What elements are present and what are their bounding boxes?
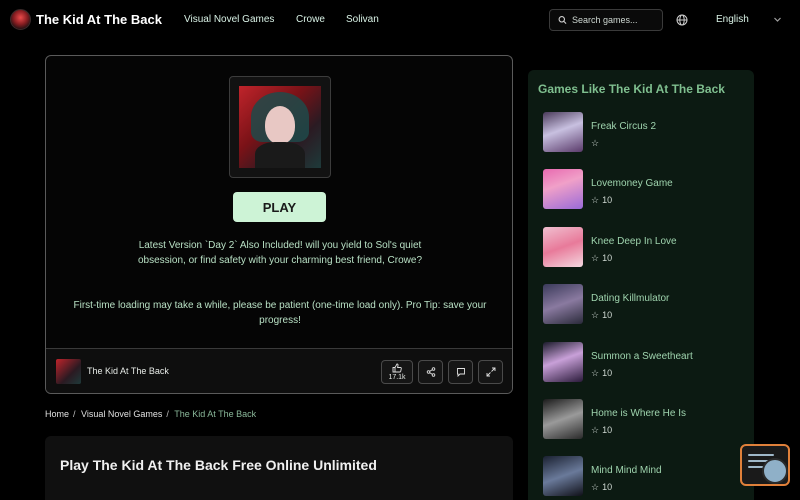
game-name: Lovemoney Game bbox=[591, 178, 673, 189]
play-button[interactable]: PLAY bbox=[233, 192, 326, 222]
breadcrumb-category[interactable]: Visual Novel Games bbox=[81, 409, 162, 419]
breadcrumb-home[interactable]: Home bbox=[45, 409, 69, 419]
search-box[interactable] bbox=[549, 9, 663, 31]
site-logo[interactable] bbox=[10, 9, 31, 30]
game-name: Summon a Sweetheart bbox=[591, 351, 693, 362]
game-thumbnail bbox=[543, 399, 583, 439]
game-name: Dating Killmulator bbox=[591, 293, 670, 304]
nav-link-crowe[interactable]: Crowe bbox=[296, 14, 325, 25]
like-count: 17.1k bbox=[388, 374, 406, 381]
game-thumbnail bbox=[543, 342, 583, 382]
search-bubble-icon bbox=[762, 458, 788, 484]
game-name: Freak Circus 2 bbox=[591, 121, 657, 132]
info-card: Play The Kid At The Back Free Online Unl… bbox=[45, 436, 513, 500]
game-rating: ☆ 10 bbox=[591, 195, 613, 205]
list-item[interactable]: Knee Deep In Love ☆ 10 bbox=[543, 227, 743, 269]
comment-button[interactable] bbox=[448, 360, 473, 384]
star-icon: ☆ bbox=[591, 482, 600, 492]
star-icon: ☆ bbox=[591, 310, 600, 320]
game-cover bbox=[229, 76, 331, 178]
game-rating: ☆ 10 bbox=[591, 425, 613, 435]
game-panel: PLAY Latest Version `Day 2` Also Include… bbox=[45, 55, 513, 394]
site-header: The Kid At The Back Visual Novel Games C… bbox=[0, 0, 800, 40]
game-rating: ☆ 10 bbox=[591, 253, 613, 263]
game-rating: ☆ 10 bbox=[591, 368, 613, 378]
star-icon: ☆ bbox=[591, 195, 600, 205]
expand-icon bbox=[486, 367, 495, 377]
fullscreen-button[interactable] bbox=[478, 360, 503, 384]
game-rating: ☆ bbox=[591, 138, 602, 149]
similar-games-sidebar: Games Like The Kid At The Back Freak Cir… bbox=[528, 70, 754, 500]
game-thumbnail bbox=[543, 456, 583, 496]
like-button[interactable]: 17.1k bbox=[381, 360, 413, 384]
loading-tip: First-time loading may take a while, ple… bbox=[73, 300, 487, 326]
list-item[interactable]: Dating Killmulator ☆ 10 bbox=[543, 284, 743, 326]
cover-image bbox=[239, 86, 321, 168]
list-item[interactable]: Summon a Sweetheart ☆ 10 bbox=[543, 342, 743, 384]
share-icon bbox=[426, 367, 435, 377]
chevron-down-icon[interactable] bbox=[773, 15, 782, 24]
sidebar-title: Games Like The Kid At The Back bbox=[538, 82, 725, 96]
site-title[interactable]: The Kid At The Back bbox=[36, 12, 162, 27]
nav-link-visual-novel-games[interactable]: Visual Novel Games bbox=[184, 14, 274, 25]
search-icon bbox=[558, 16, 567, 24]
game-thumbnail bbox=[56, 359, 81, 384]
nav-link-solivan[interactable]: Solivan bbox=[346, 14, 379, 25]
game-thumbnail bbox=[543, 112, 583, 152]
list-item[interactable]: Lovemoney Game ☆ 10 bbox=[543, 169, 743, 211]
share-button[interactable] bbox=[418, 360, 443, 384]
list-item[interactable]: Freak Circus 2 ☆ bbox=[543, 112, 743, 154]
thumbs-up-icon bbox=[392, 363, 402, 373]
globe-icon[interactable] bbox=[676, 14, 688, 26]
star-icon: ☆ bbox=[591, 368, 600, 378]
breadcrumb-current: The Kid At The Back bbox=[174, 409, 257, 419]
game-thumbnail bbox=[543, 284, 583, 324]
list-item[interactable]: Home is Where He Is ☆ 10 bbox=[543, 399, 743, 441]
game-footer-bar: The Kid At The Back 17.1k bbox=[46, 348, 512, 393]
star-icon: ☆ bbox=[591, 425, 600, 435]
game-rating: ☆ 10 bbox=[591, 310, 613, 320]
breadcrumb: Home / Visual Novel Games / The Kid At The… bbox=[45, 409, 259, 419]
language-select[interactable]: English bbox=[716, 14, 749, 25]
star-icon: ☆ bbox=[591, 138, 600, 148]
comment-icon bbox=[456, 368, 465, 377]
game-thumbnail bbox=[543, 227, 583, 267]
page-title: Play The Kid At The Back Free Online Unl… bbox=[60, 457, 377, 473]
chat-widget-button[interactable] bbox=[740, 444, 790, 486]
game-description: Latest Version `Day 2` Also Included! wi… bbox=[137, 240, 423, 266]
list-item[interactable]: Mind Mind Mind ☆ 10 bbox=[543, 456, 743, 498]
game-footer-title: The Kid At The Back bbox=[87, 366, 169, 376]
game-thumbnail bbox=[543, 169, 583, 209]
breadcrumb-separator: / bbox=[73, 409, 76, 419]
game-name: Knee Deep In Love bbox=[591, 236, 677, 247]
search-input[interactable] bbox=[572, 15, 662, 25]
game-name: Mind Mind Mind bbox=[591, 465, 662, 476]
star-icon: ☆ bbox=[591, 253, 600, 263]
game-rating: ☆ 10 bbox=[591, 482, 613, 492]
breadcrumb-separator: / bbox=[166, 409, 169, 419]
game-name: Home is Where He Is bbox=[591, 408, 687, 419]
